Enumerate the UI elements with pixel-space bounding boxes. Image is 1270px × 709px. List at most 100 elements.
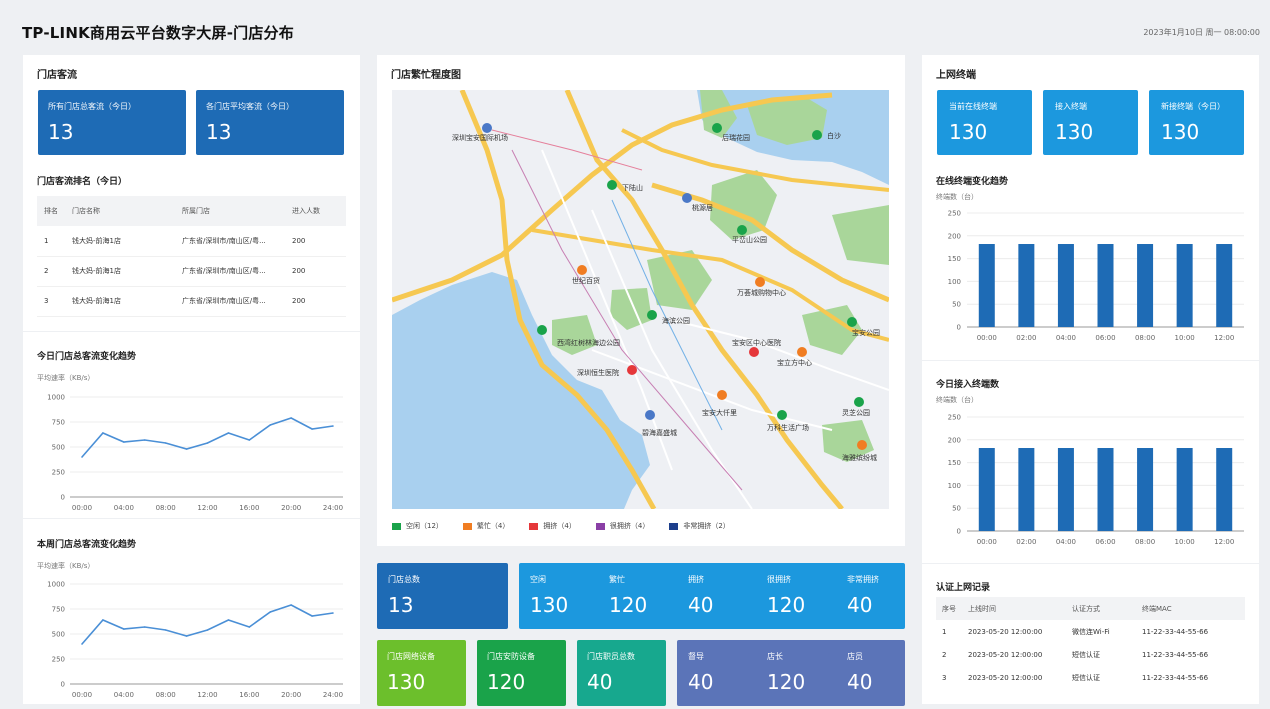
index-cell: 3: [942, 673, 947, 682]
security-devices-card[interactable]: 门店安防设备 120: [477, 640, 566, 706]
table-row[interactable]: 3 钱大妈-前海1店 广东省/深圳市/南山区/粤... 200: [37, 286, 346, 317]
total-traffic-value: 13: [48, 120, 74, 144]
staff-total-card[interactable]: 门店职员总数 40: [577, 640, 666, 706]
table-row[interactable]: 2 钱大妈-前海1店 广东省/深圳市/南山区/粤... 200: [37, 256, 346, 287]
status-busy-value: 120: [609, 593, 648, 617]
store-pin[interactable]: [755, 277, 765, 287]
store-pin[interactable]: [777, 410, 787, 420]
legend-label: 非常拥挤（2）: [683, 522, 730, 530]
col-region: 所属门店: [175, 196, 285, 226]
legend-swatch: [595, 522, 605, 530]
method-cell: 短信认证: [1072, 650, 1100, 659]
data-point: [248, 439, 251, 441]
legend-item-very-crowded[interactable]: 很拥挤（4）: [595, 521, 649, 531]
table-row[interactable]: 3 2023-05-20 12:00:00 短信认证 11-22-33-44-5…: [936, 666, 1245, 689]
role-supervisor-label: 督导: [688, 652, 704, 661]
store-pin[interactable]: [854, 397, 864, 407]
table-row[interactable]: 1 2023-05-20 12:00:00 微信连Wi-Fi 11-22-33-…: [936, 620, 1245, 643]
bar: [1097, 244, 1114, 327]
x-tick-label: 04:00: [1056, 334, 1076, 342]
status-idle-label: 空闲: [530, 575, 546, 584]
bar: [1176, 244, 1193, 327]
online-trend-unit: 终端数（台）: [936, 193, 978, 201]
map-label: 深圳宝安国际机场: [452, 133, 508, 142]
legend-swatch: [669, 522, 679, 530]
divider: [922, 360, 1259, 361]
store-name-cell: 钱大妈-前海1店: [65, 256, 175, 287]
online-terminals-card[interactable]: 当前在线终端 130: [937, 90, 1032, 155]
y-tick-label: 50: [952, 301, 961, 309]
map-legend: 空闲（12） 繁忙（4） 拥挤（4） 很拥挤（4） 非常拥挤（2）: [392, 521, 730, 531]
terminals-title: 上网终端: [936, 70, 976, 81]
store-pin[interactable]: [537, 325, 547, 335]
mac-cell: 11-22-33-44-55-66: [1142, 627, 1209, 636]
x-tick-label: 00:00: [72, 691, 92, 699]
col-auth-method: 认证方式: [1066, 597, 1136, 620]
store-pin[interactable]: [577, 265, 587, 275]
online-terminals-bar-chart: 0 50 100 150 200 250 00:00 02:00 04:00 06:00 08:00…: [948, 210, 1244, 342]
store-pin[interactable]: [627, 365, 637, 375]
index-cell: 1: [942, 627, 947, 636]
map-label: 宝安区中心医院: [732, 338, 781, 347]
total-traffic-card[interactable]: 所有门店总客流（今日） 13: [38, 90, 186, 155]
avg-traffic-card[interactable]: 各门店平均客流（今日） 13: [196, 90, 344, 155]
store-pin[interactable]: [812, 130, 822, 140]
y-tick-label: 50: [952, 505, 961, 513]
auth-header-row: 序号 上线时间 认证方式 终端MAC: [936, 597, 1245, 620]
total-traffic-label: 所有门店总客流（今日）: [48, 102, 136, 111]
access-terminals-card[interactable]: 接入终端 130: [1043, 90, 1138, 155]
mac-cell: 11-22-33-44-55-66: [1142, 673, 1209, 682]
store-busyness-map[interactable]: 深圳宝安国际机场 后瑞花园 下陆山 白沙 桃源居 平峦山公园 世纪百货 万荟城购…: [392, 90, 889, 509]
store-status-card[interactable]: 空闲 130 繁忙 120 拥挤 40 很拥挤 120 非常拥挤 40: [519, 563, 905, 629]
x-tick-label: 12:00: [197, 504, 217, 512]
network-devices-card[interactable]: 门店网络设备 130: [377, 640, 466, 706]
store-pin[interactable]: [712, 123, 722, 133]
bar: [1216, 448, 1233, 531]
ranking-table: 排名 门店名称 所属门店 进入人数 1 钱大妈-前海1店 广东省/深圳市/南山区…: [37, 196, 346, 317]
map-label: 万荟城购物中心: [737, 288, 786, 297]
table-row[interactable]: 2 2023-05-20 12:00:00 短信认证 11-22-33-44-5…: [936, 643, 1245, 666]
store-total-card[interactable]: 门店总数 13: [377, 563, 508, 629]
data-point: [164, 629, 167, 631]
legend-item-extremely-crowded[interactable]: 非常拥挤（2）: [669, 521, 730, 531]
store-pin[interactable]: [482, 123, 492, 133]
new-terminals-card[interactable]: 新接终端（今日） 130: [1149, 90, 1244, 155]
week-traffic-line-chart: 0 250 500 750 1000 00:00 04:00 08:00 12:00 16:00 2…: [47, 581, 343, 700]
x-tick-label: 16:00: [239, 691, 259, 699]
store-pin[interactable]: [797, 347, 807, 357]
x-tick-label: 02:00: [1016, 334, 1036, 342]
store-pin[interactable]: [645, 410, 655, 420]
x-tick-label: 08:00: [1135, 334, 1155, 342]
map-label: 万科生活广场: [767, 423, 809, 432]
store-pin[interactable]: [847, 317, 857, 327]
y-tick-label: 500: [52, 631, 65, 639]
access-terminals-label: 接入终端: [1055, 102, 1087, 111]
store-pin[interactable]: [857, 440, 867, 450]
x-tick-label: 06:00: [1095, 538, 1115, 546]
data-point: [123, 628, 125, 630]
store-pin[interactable]: [737, 225, 747, 235]
data-point: [311, 428, 313, 430]
y-tick-label: 250: [948, 414, 961, 422]
legend-item-idle[interactable]: 空闲（12）: [392, 521, 443, 531]
datetime: 2023年1月10日 周一 08:00:00: [1143, 28, 1260, 37]
map-panel: 门店繁忙程度图 深圳宝安国际机场 后瑞花园 下陆山 白沙 桃源居 平峦山公园 世…: [377, 55, 905, 546]
store-pin[interactable]: [717, 390, 727, 400]
y-tick-label: 250: [948, 210, 961, 218]
y-tick-label: 750: [52, 419, 65, 427]
legend-item-busy[interactable]: 繁忙（4）: [462, 521, 509, 531]
legend-item-crowded[interactable]: 拥挤（4）: [529, 521, 576, 531]
store-pin[interactable]: [607, 180, 617, 190]
region-cell: 广东省/深圳市/南山区/粤...: [175, 226, 285, 257]
staff-roles-card[interactable]: 督导 40 店长 120 店员 40: [677, 640, 905, 706]
bar: [1018, 448, 1035, 531]
legend-swatch: [392, 522, 401, 530]
store-pin[interactable]: [682, 193, 692, 203]
table-row[interactable]: 1 钱大妈-前海1店 广东省/深圳市/南山区/粤... 200: [37, 226, 346, 257]
store-pin[interactable]: [647, 310, 657, 320]
data-point: [143, 626, 146, 628]
x-tick-label: 08:00: [156, 691, 176, 699]
map-label: 后瑞花园: [722, 133, 750, 142]
store-pin[interactable]: [749, 347, 759, 357]
y-tick-label: 200: [948, 232, 961, 240]
